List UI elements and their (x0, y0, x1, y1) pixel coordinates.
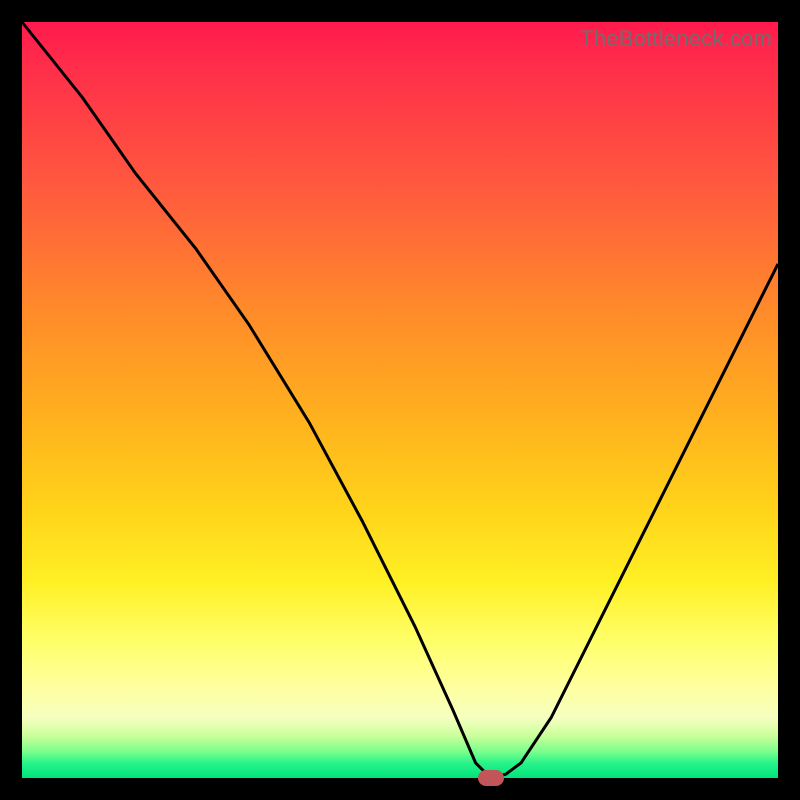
bottleneck-curve (22, 22, 778, 778)
plot-area: TheBottleneck.com (22, 22, 778, 778)
curve-path (22, 22, 778, 778)
optimum-marker (478, 770, 504, 786)
chart-frame: TheBottleneck.com (0, 0, 800, 800)
